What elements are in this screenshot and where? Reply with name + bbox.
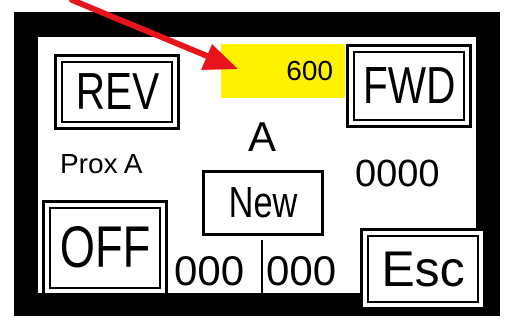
- annotation-arrow-shaft: [69, 0, 215, 61]
- annotation-arrow-icon: [69, 0, 238, 70]
- annotation-arrow-head: [201, 44, 238, 70]
